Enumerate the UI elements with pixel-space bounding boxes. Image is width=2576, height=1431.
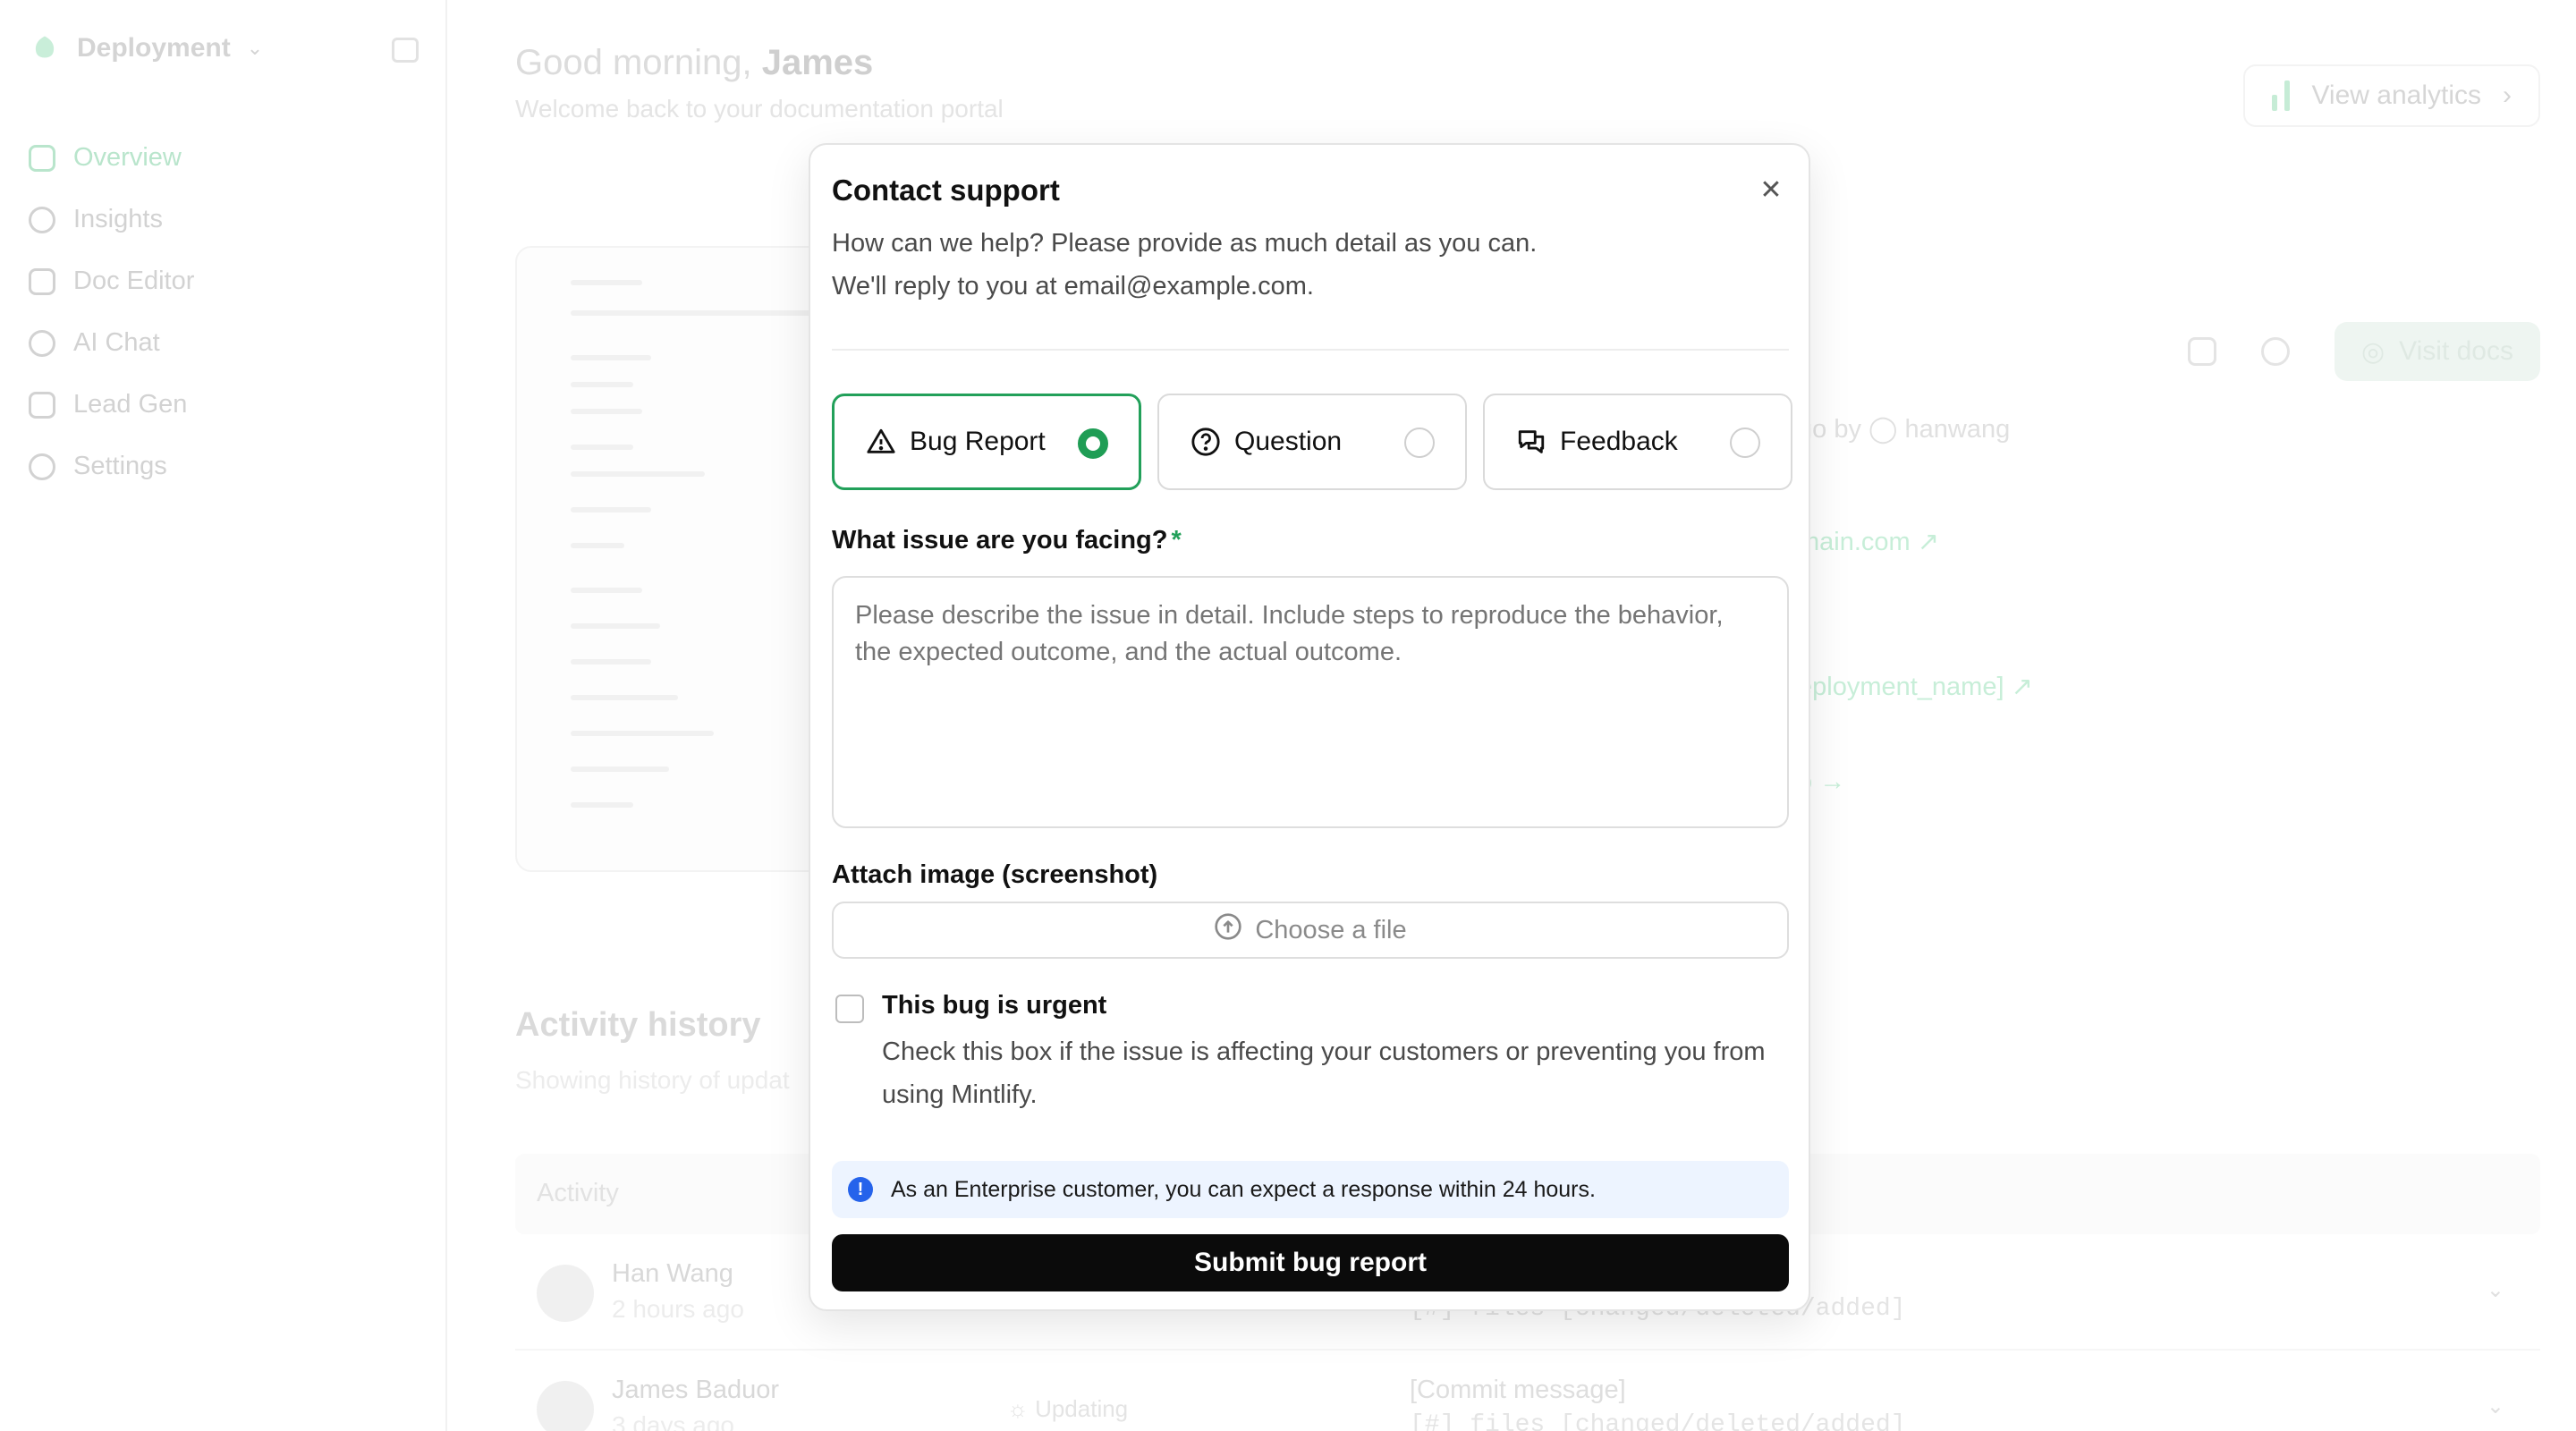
attach-label: Attach image (screenshot) xyxy=(832,860,1158,889)
gear-icon xyxy=(29,453,55,480)
description-line-2: We'll reply to you at email@example.com. xyxy=(832,272,1314,301)
visit-docs-button[interactable]: ◎ Visit docs xyxy=(2334,322,2540,381)
submit-bug-report-button[interactable]: Submit bug report xyxy=(832,1234,1789,1291)
view-analytics-button[interactable]: View analytics › xyxy=(2243,64,2540,127)
project-switcher[interactable]: Deployment ⌄ xyxy=(29,32,263,64)
sidebar-item-label: Doc Editor xyxy=(73,267,195,295)
bar-chart-icon xyxy=(2272,80,2291,111)
type-label: Bug Report xyxy=(910,427,1046,456)
row-message: [Commit message] xyxy=(1410,1376,1626,1404)
choose-file-label: Choose a file xyxy=(1255,915,1407,944)
issue-label: What issue are you facing? * xyxy=(832,526,1182,555)
visit-docs-label: Visit docs xyxy=(2399,336,2513,366)
sidebar: Deployment ⌄ Overview Insights Doc Edito… xyxy=(0,0,447,1431)
deployment-link[interactable]: eployment_name] ↗ xyxy=(1798,671,2033,702)
chat-bubbles-icon xyxy=(1515,426,1547,458)
radio-unselected[interactable] xyxy=(1404,428,1435,458)
row-name: Han Wang xyxy=(612,1259,733,1288)
type-question[interactable]: Question xyxy=(1157,394,1467,490)
collapse-sidebar-icon[interactable] xyxy=(392,38,419,63)
table-row[interactable]: James Baduor 3 days ago ☼ Updating [Comm… xyxy=(515,1351,2540,1431)
type-feedback[interactable]: Feedback xyxy=(1483,394,1792,490)
urgent-label: This bug is urgent xyxy=(882,991,1107,1020)
type-bug-report[interactable]: Bug Report xyxy=(832,394,1141,490)
column-header: Activity xyxy=(537,1179,619,1207)
view-analytics-label: View analytics xyxy=(2311,80,2481,110)
updated-by-user: hanwang xyxy=(1904,415,2011,444)
updated-by: go by ◯ hanwang xyxy=(1798,413,2010,445)
chevron-down-icon[interactable]: ⌄ xyxy=(2487,1277,2504,1303)
leaf-logo-icon xyxy=(35,36,55,58)
modal-description: How can we help? Please provide as much … xyxy=(832,222,1537,308)
greeting-text: Good morning, xyxy=(515,43,752,82)
enterprise-notice: ! As an Enterprise customer, you can exp… xyxy=(832,1161,1789,1218)
contact-support-modal: Contact support ✕ How can we help? Pleas… xyxy=(809,143,1810,1311)
deployment-actions: ◎ Visit docs xyxy=(2187,322,2540,381)
deployment-name-text: eployment_name] xyxy=(1798,673,2004,701)
type-label: Question xyxy=(1234,427,1343,456)
radio-selected[interactable] xyxy=(1078,428,1108,459)
close-icon[interactable]: ✕ xyxy=(1753,172,1789,207)
activity-subtitle: Showing history of updat xyxy=(515,1066,790,1094)
avatar: ◯ xyxy=(1868,415,1898,444)
sidebar-item-settings[interactable]: Settings xyxy=(29,436,194,497)
request-type-selector: Bug Report Question Feedback xyxy=(832,394,1792,490)
warning-triangle-icon xyxy=(865,426,897,458)
sidebar-item-doc-editor[interactable]: Doc Editor xyxy=(29,250,194,312)
type-label: Feedback xyxy=(1560,427,1678,456)
document-icon xyxy=(29,267,55,295)
sidebar-item-lead-gen[interactable]: Lead Gen xyxy=(29,374,194,436)
avatar xyxy=(537,1381,594,1431)
issue-description-textarea[interactable] xyxy=(832,576,1789,828)
greeting-user: James xyxy=(761,43,874,82)
activity-title: Activity history xyxy=(515,1006,761,1044)
status-badge: ☼ Updating xyxy=(1007,1395,1129,1422)
sidebar-nav: Overview Insights Doc Editor AI Chat Lea… xyxy=(29,127,194,497)
sidebar-item-insights[interactable]: Insights xyxy=(29,189,194,250)
question-circle-icon xyxy=(1190,426,1222,458)
chevron-down-icon[interactable]: ⌄ xyxy=(2487,1393,2504,1419)
refresh-icon[interactable] xyxy=(2260,337,2290,366)
sidebar-item-label: Overview xyxy=(73,143,182,172)
chart-icon xyxy=(29,206,55,233)
radio-unselected[interactable] xyxy=(1730,428,1760,458)
info-icon: ! xyxy=(848,1177,873,1202)
home-icon xyxy=(29,144,55,172)
welcome-subtitle: Welcome back to your documentation porta… xyxy=(515,95,1004,123)
sidebar-item-label: AI Chat xyxy=(73,328,160,357)
sidebar-item-overview[interactable]: Overview xyxy=(29,127,194,189)
domain-text: main.com xyxy=(1798,528,1911,556)
urgent-checkbox[interactable] xyxy=(835,995,864,1023)
project-name: Deployment xyxy=(77,33,231,63)
sidebar-item-label: Settings xyxy=(73,452,167,480)
chevron-down-icon: ⌄ xyxy=(246,37,264,59)
chat-icon xyxy=(29,329,55,357)
row-name: James Baduor xyxy=(612,1376,779,1404)
status-text: Updating xyxy=(1035,1395,1129,1422)
choose-file-button[interactable]: Choose a file xyxy=(832,902,1789,959)
row-time: 2 hours ago xyxy=(612,1295,744,1323)
issue-label-text: What issue are you facing? xyxy=(832,526,1168,555)
globe-icon: ◎ xyxy=(2360,336,2385,367)
divider xyxy=(832,349,1789,351)
notice-text: As an Enterprise customer, you can expec… xyxy=(891,1176,1596,1202)
external-edit-icon[interactable] xyxy=(2187,337,2216,366)
chevron-right-icon: › xyxy=(2503,80,2512,110)
greeting: Good morning, James xyxy=(515,43,873,83)
description-line-1: How can we help? Please provide as much … xyxy=(832,229,1538,258)
sidebar-item-ai-chat[interactable]: AI Chat xyxy=(29,312,194,374)
urgent-description: Check this box if the issue is affecting… xyxy=(882,1037,1766,1109)
sidebar-item-label: Insights xyxy=(73,205,163,233)
sidebar-item-label: Lead Gen xyxy=(73,390,188,419)
row-time: 3 days ago xyxy=(612,1411,734,1431)
domain-link[interactable]: main.com ↗ xyxy=(1798,526,1939,557)
avatar xyxy=(537,1265,594,1322)
briefcase-icon xyxy=(29,391,55,419)
row-files: [#] files [changed/deleted/added] xyxy=(1410,1411,1906,1431)
required-mark: * xyxy=(1171,526,1182,555)
modal-title: Contact support xyxy=(832,174,1060,207)
cloud-upload-icon xyxy=(1214,912,1242,948)
